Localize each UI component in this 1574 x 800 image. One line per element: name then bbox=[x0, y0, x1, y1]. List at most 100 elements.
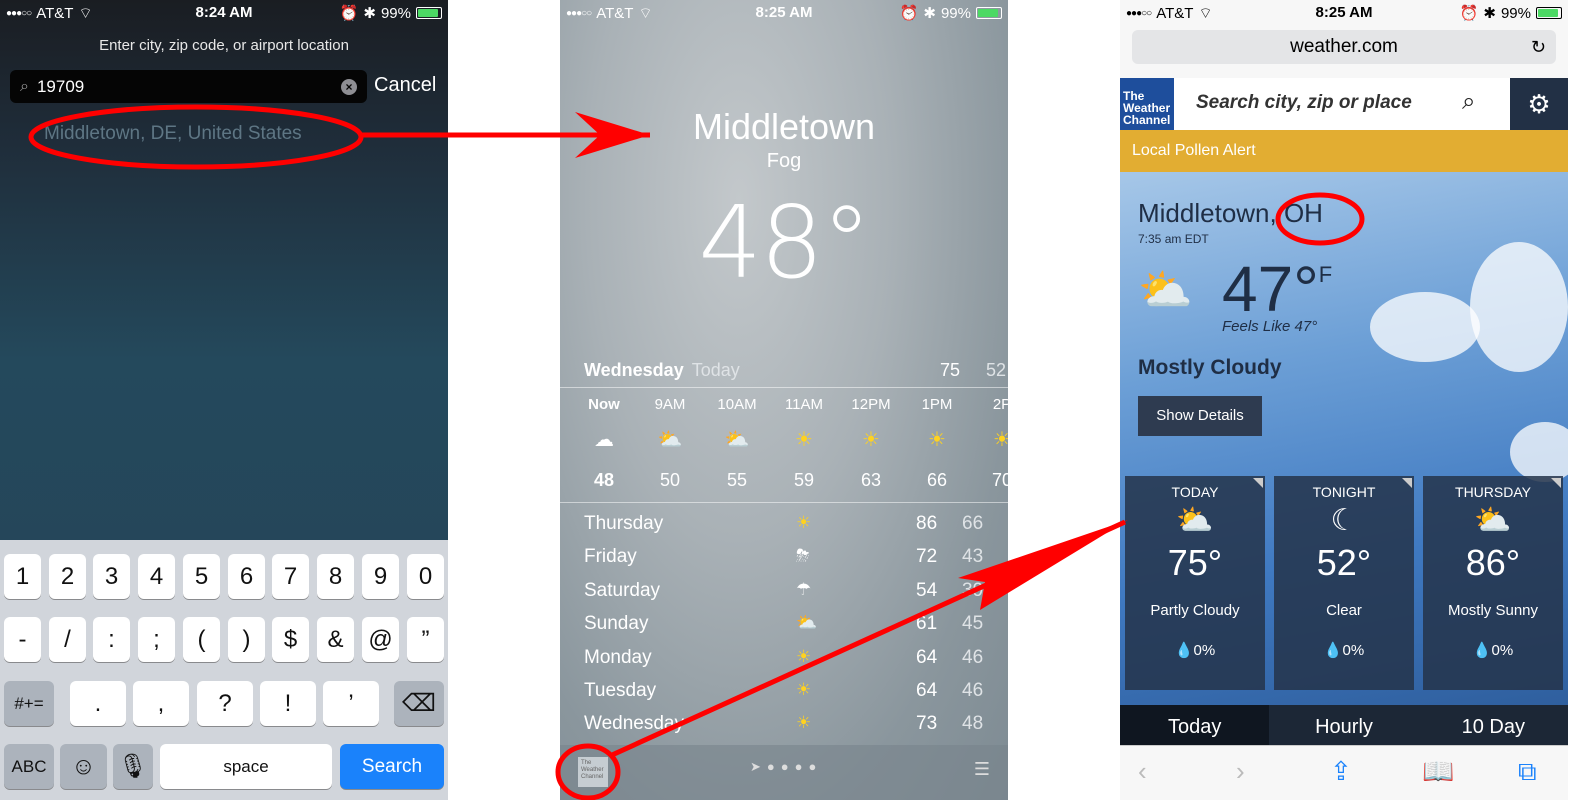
address-bar[interactable]: weather.com ↻ bbox=[1132, 30, 1556, 64]
key[interactable]: 2 bbox=[49, 554, 86, 599]
search-icon[interactable]: ⌕ bbox=[1462, 88, 1475, 116]
weather-channel-logo[interactable]: The Weather Channel bbox=[1120, 78, 1174, 130]
hour-temp: 59 bbox=[793, 470, 815, 490]
cloud-decoration bbox=[1370, 292, 1480, 362]
alarm-icon: ⏰ bbox=[339, 5, 359, 22]
battery-percent: 99% bbox=[380, 4, 411, 22]
key[interactable]: 3 bbox=[93, 554, 130, 599]
sun-icon: ☀ bbox=[796, 713, 812, 732]
key[interactable]: 5 bbox=[183, 554, 220, 599]
card-temp: 75° bbox=[1167, 542, 1223, 583]
key[interactable]: $ bbox=[272, 617, 309, 662]
search-screen: ●●●○○ AT&T ⌔ 8:24 AM ⏰ ✱ 99% Enter city, zip… bbox=[0, 0, 448, 800]
daily-high: 73 bbox=[916, 713, 938, 734]
status-bar: ●●●○○ AT&T ⌔ 8:25 AM ⏰ ✱ 99% bbox=[560, 0, 1008, 26]
key[interactable]: ! bbox=[260, 681, 316, 726]
reload-icon[interactable]: ↻ bbox=[1531, 30, 1546, 64]
backspace-icon: ⌫ bbox=[402, 690, 436, 717]
daily-row: Thursday ☀ 86 66 bbox=[584, 513, 1008, 546]
key[interactable]: 6 bbox=[228, 554, 265, 599]
key[interactable]: . bbox=[70, 681, 126, 726]
tab-today[interactable]: Today bbox=[1120, 705, 1270, 745]
abc-key[interactable]: ABC bbox=[4, 744, 54, 789]
status-bar: ●●●○○ AT&T ⌔ 8:25 AM ⏰ ✱ 99% bbox=[1120, 0, 1568, 26]
battery-percent: 99% bbox=[1500, 4, 1531, 22]
sun-icon: ☀ bbox=[862, 429, 880, 451]
partly-sunny-icon: ⛅ bbox=[657, 429, 683, 451]
key[interactable]: - bbox=[4, 617, 41, 662]
key[interactable]: 8 bbox=[317, 554, 354, 599]
key[interactable]: : bbox=[93, 617, 130, 662]
site-header: The Weather Channel Search city, zip or … bbox=[1120, 78, 1568, 130]
daily-day: Monday bbox=[584, 647, 652, 668]
list-icon[interactable]: ☰ bbox=[974, 759, 990, 780]
search-icon: ⌕ bbox=[20, 77, 29, 95]
key[interactable]: ” bbox=[407, 617, 444, 662]
divider bbox=[560, 387, 1008, 388]
key[interactable]: 1 bbox=[4, 554, 41, 599]
gear-icon[interactable]: ⚙ bbox=[1510, 78, 1568, 130]
precip-value: 0% bbox=[1342, 642, 1365, 659]
delete-key[interactable]: ⌫ bbox=[394, 681, 444, 726]
precip-value: 0% bbox=[1193, 642, 1216, 659]
battery-icon bbox=[976, 7, 1002, 19]
weather-channel-logo[interactable]: The Weather Channel bbox=[578, 757, 608, 787]
search-input[interactable]: ⌕ 19709 × bbox=[10, 70, 367, 103]
show-details-button[interactable]: Show Details bbox=[1138, 396, 1262, 436]
key[interactable]: 0 bbox=[407, 554, 444, 599]
key[interactable]: ( bbox=[183, 617, 220, 662]
search-key[interactable]: Search bbox=[340, 744, 444, 789]
keyboard: 1 2 3 4 5 6 7 8 9 0 - / : ; ( ) $ & @ ” … bbox=[0, 540, 448, 800]
dictation-key[interactable]: 🎙 bbox=[113, 744, 153, 789]
symbols-key[interactable]: #+= bbox=[4, 681, 54, 726]
space-key[interactable]: space bbox=[160, 744, 332, 789]
key[interactable]: ; bbox=[138, 617, 175, 662]
key[interactable]: & bbox=[317, 617, 354, 662]
key[interactable]: 4 bbox=[138, 554, 175, 599]
hourly-item: 12PM ☀ 63 bbox=[841, 396, 901, 491]
tabs-icon[interactable]: ⧉ bbox=[1518, 756, 1537, 788]
back-icon[interactable]: ‹ bbox=[1138, 756, 1147, 787]
tab-hourly[interactable]: Hourly bbox=[1269, 705, 1418, 745]
cancel-button[interactable]: Cancel bbox=[374, 74, 436, 97]
corner-fold-icon bbox=[1402, 478, 1412, 488]
bluetooth-icon: ✱ bbox=[363, 5, 376, 22]
divider bbox=[560, 502, 1008, 503]
day-label: Today bbox=[691, 360, 740, 380]
forecast-card[interactable]: THURSDAY ⛅ 86° Mostly Sunny 💧0% bbox=[1423, 476, 1563, 690]
pollen-alert-banner[interactable]: Local Pollen Alert bbox=[1120, 130, 1568, 172]
bluetooth-icon: ✱ bbox=[1483, 5, 1496, 22]
tab-10-day[interactable]: 10 Day bbox=[1419, 705, 1568, 745]
hourly-item: 10AM ⛅ 55 bbox=[707, 396, 767, 491]
card-condition: Partly Cloudy bbox=[1150, 602, 1240, 619]
card-condition: Clear bbox=[1326, 602, 1362, 619]
key[interactable]: @ bbox=[362, 617, 399, 662]
sun-icon: ☀ bbox=[795, 429, 813, 451]
corner-fold-icon bbox=[1551, 478, 1561, 488]
forecast-card[interactable]: TODAY ⛅ 75° Partly Cloudy 💧0% bbox=[1125, 476, 1265, 690]
daily-row: Tuesday ☀ 64 46 bbox=[584, 680, 1008, 713]
key[interactable]: ) bbox=[228, 617, 265, 662]
daily-row: Wednesday ☀ 73 48 bbox=[584, 713, 1008, 746]
page-indicator[interactable]: ➤●●●● bbox=[750, 759, 822, 775]
sun-icon: ☀ bbox=[796, 680, 812, 699]
safari-header: ●●●○○ AT&T ⌔ 8:25 AM ⏰ ✱ 99% weather.com ↻ bbox=[1120, 0, 1568, 78]
key[interactable]: ? bbox=[197, 681, 253, 726]
sun-icon: ☀ bbox=[796, 647, 812, 666]
forward-icon[interactable]: › bbox=[1236, 756, 1245, 787]
emoji-key[interactable]: ☺ bbox=[60, 744, 107, 789]
partly-sunny-icon: ⛅ bbox=[724, 429, 750, 451]
key[interactable]: 9 bbox=[362, 554, 399, 599]
key[interactable]: 7 bbox=[272, 554, 309, 599]
share-icon[interactable]: ⇪ bbox=[1330, 756, 1352, 787]
bookmarks-icon[interactable]: 📖 bbox=[1422, 756, 1454, 787]
today-summary: Wednesday Today 75 52 bbox=[584, 360, 1008, 388]
clear-icon[interactable]: × bbox=[341, 78, 357, 95]
key[interactable]: / bbox=[49, 617, 86, 662]
key[interactable]: , bbox=[133, 681, 189, 726]
site-search-input[interactable]: Search city, zip or place bbox=[1196, 92, 1412, 114]
search-result[interactable]: Middletown, DE, United States bbox=[44, 123, 302, 145]
key[interactable]: ’ bbox=[323, 681, 379, 726]
daily-high: 86 bbox=[916, 513, 938, 534]
forecast-card[interactable]: TONIGHT ☾ 52° Clear 💧0% bbox=[1274, 476, 1414, 690]
